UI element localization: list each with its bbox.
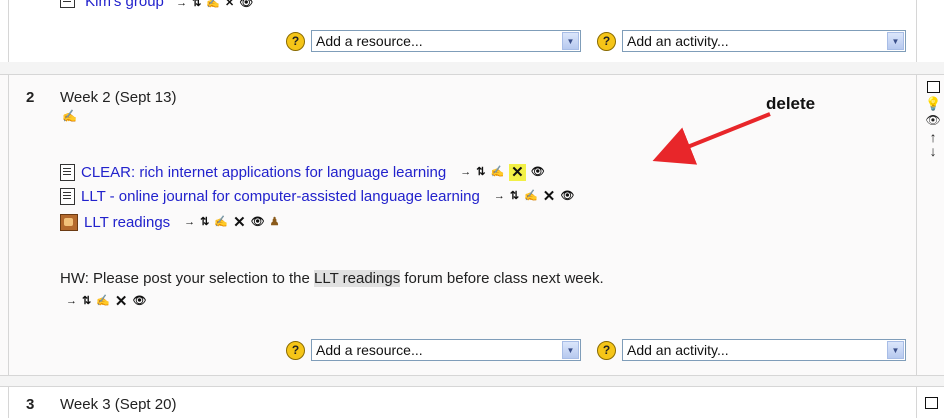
- edit-icons: → ⇅ ✍ ✕ 👁: [176, 0, 253, 9]
- move-icon[interactable]: →: [176, 0, 187, 9]
- help-icon[interactable]: ?: [597, 340, 616, 360]
- section-separator: [0, 62, 944, 75]
- section-title: Week 3 (Sept 20): [60, 396, 177, 413]
- list-item: LLT - online journal for computer-assist…: [60, 188, 574, 205]
- annotation-arrow-icon: [652, 112, 771, 165]
- resource-link-llt[interactable]: LLT - online journal for computer-assist…: [81, 188, 480, 205]
- section-right-border: [916, 75, 917, 375]
- add-activity-select[interactable]: Add an activity... ▼: [622, 339, 906, 361]
- edit-summary-icon[interactable]: ✍: [62, 110, 77, 122]
- edit-icons: → ⇅ ✍ ✕ 👁: [460, 164, 545, 181]
- edit-icons: → ⇅ ✍ ✕ 👁: [494, 189, 574, 204]
- edit-icon[interactable]: ✍: [96, 296, 110, 307]
- section-title: Week 2 (Sept 13): [60, 89, 177, 106]
- add-controls: ? Add a resource... ▼ ? Add an activity.…: [286, 30, 906, 52]
- document-icon: [60, 164, 75, 181]
- show-icon[interactable]: 👁: [531, 167, 545, 178]
- show-icon[interactable]: 👁: [560, 191, 574, 202]
- section-left-border: [0, 387, 9, 418]
- highlight-section-checkbox-icon[interactable]: [925, 397, 938, 409]
- add-activity-value: Add an activity...: [627, 342, 729, 358]
- section-number: 3: [26, 396, 35, 413]
- delete-icon[interactable]: ✕: [233, 215, 246, 230]
- add-resource-select[interactable]: Add a resource... ▼: [311, 30, 581, 52]
- resource-link-clear[interactable]: CLEAR: rich internet applications for la…: [81, 164, 446, 181]
- add-resource-value: Add a resource...: [316, 342, 423, 358]
- list-item: LLT readings → ⇅ ✍ ✕ 👁 ♟: [60, 214, 280, 231]
- move-down-icon[interactable]: ↓: [930, 144, 937, 158]
- section-separator: [0, 376, 944, 387]
- delete-icon[interactable]: ✕: [509, 164, 526, 181]
- hw-text-suffix: forum before class next week.: [400, 270, 604, 287]
- move-updown-icon[interactable]: ⇅: [192, 0, 201, 9]
- edit-icons: → ⇅ ✍ ✕ 👁 ♟: [184, 215, 279, 230]
- course-section-1: Kim's group → ⇅ ✍ ✕ 👁 ? Add a resource..…: [0, 0, 944, 63]
- delete-icon[interactable]: ✕: [543, 189, 556, 204]
- section-right-border: [916, 387, 917, 418]
- add-activity-value: Add an activity...: [627, 33, 729, 49]
- show-icon[interactable]: 👁: [925, 114, 940, 126]
- edit-icons: → ⇅ ✍ ✕ 👁: [66, 294, 146, 309]
- move-up-icon[interactable]: ↑: [930, 130, 937, 144]
- section-right-border: [916, 0, 917, 62]
- section-left-border: [0, 75, 9, 375]
- delete-icon[interactable]: ✕: [115, 294, 128, 309]
- highlight-section-checkbox-icon[interactable]: [926, 81, 940, 93]
- edit-icon[interactable]: ✍: [206, 0, 220, 9]
- show-icon[interactable]: 👁: [251, 217, 265, 228]
- help-icon[interactable]: ?: [286, 340, 305, 360]
- delete-icon[interactable]: ✕: [225, 0, 234, 9]
- show-icon[interactable]: 👁: [133, 296, 147, 307]
- section-left-border: [0, 0, 9, 62]
- show-icon[interactable]: 👁: [239, 0, 253, 9]
- group-mode-icon[interactable]: ♟: [270, 217, 280, 228]
- edit-icon[interactable]: ✍: [524, 191, 538, 202]
- edit-icon[interactable]: ✍: [490, 167, 504, 178]
- chevron-down-icon: ▼: [562, 32, 579, 50]
- help-icon[interactable]: ?: [286, 31, 305, 51]
- help-icon[interactable]: ?: [597, 31, 616, 51]
- course-section-3: 3 Week 3 (Sept 20): [0, 387, 944, 418]
- section-controls: 💡 👁 ↑ ↓: [925, 81, 941, 158]
- forum-link-llt-readings[interactable]: LLT readings: [84, 214, 170, 231]
- bulb-icon[interactable]: 💡: [925, 97, 941, 110]
- edit-icon[interactable]: ✍: [214, 217, 228, 228]
- section-number: 2: [26, 89, 35, 106]
- chevron-down-icon: ▼: [562, 341, 579, 359]
- chevron-down-icon: ▼: [887, 32, 904, 50]
- forum-icon: [60, 214, 78, 231]
- chevron-down-icon: ▼: [887, 341, 904, 359]
- group-item[interactable]: Kim's group → ⇅ ✍ ✕ 👁: [60, 0, 253, 10]
- hw-text-prefix: HW: Please post your selection to the: [60, 270, 315, 287]
- add-controls: ? Add a resource... ▼ ? Add an activity.…: [286, 339, 906, 361]
- add-activity-select[interactable]: Add an activity... ▼: [622, 30, 906, 52]
- document-icon: [60, 188, 75, 205]
- add-resource-value: Add a resource...: [316, 33, 423, 49]
- move-updown-icon[interactable]: ⇅: [510, 191, 519, 202]
- move-icon[interactable]: →: [66, 296, 77, 307]
- course-section-2: 2 Week 2 (Sept 13) ✍ CLEAR: rich interne…: [0, 75, 944, 376]
- group-icon: [60, 0, 75, 8]
- list-item: CLEAR: rich internet applications for la…: [60, 164, 545, 181]
- add-resource-select[interactable]: Add a resource... ▼: [311, 339, 581, 361]
- move-icon[interactable]: →: [184, 217, 195, 228]
- move-icon[interactable]: →: [494, 191, 505, 202]
- hw-forum-highlight: LLT readings: [314, 270, 401, 287]
- move-updown-icon[interactable]: ⇅: [476, 167, 485, 178]
- move-updown-icon[interactable]: ⇅: [82, 296, 91, 307]
- label-edit-icons: → ⇅ ✍ ✕ 👁: [66, 291, 146, 309]
- label-item: HW: Please post your selection to the LL…: [60, 270, 604, 287]
- move-updown-icon[interactable]: ⇅: [200, 217, 209, 228]
- group-link[interactable]: Kim's group: [85, 0, 164, 10]
- move-icon[interactable]: →: [460, 167, 471, 178]
